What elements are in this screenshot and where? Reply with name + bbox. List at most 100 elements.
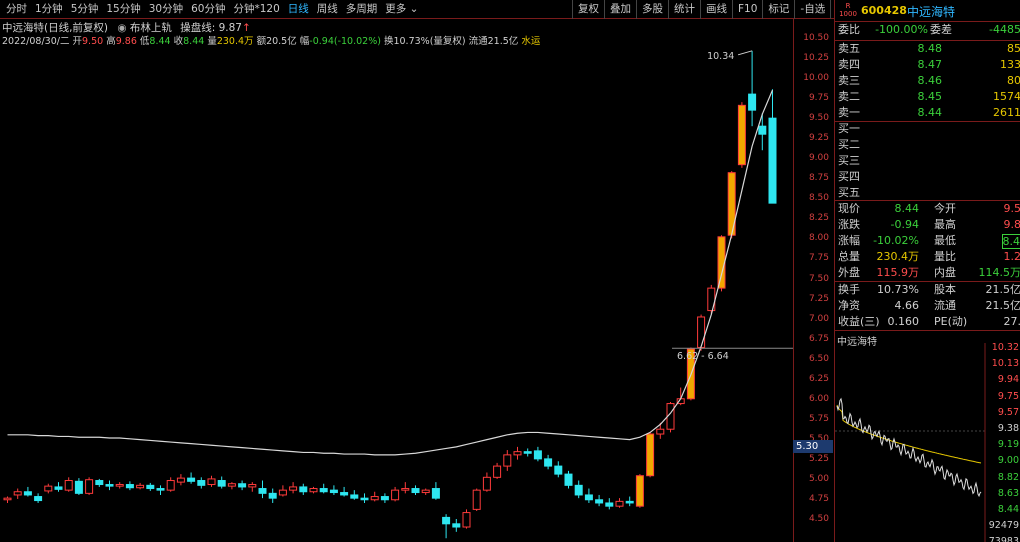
candle-body bbox=[697, 316, 706, 348]
stat-row: 总量 230.4万 量比 1.2 bbox=[835, 249, 1020, 265]
candlestick-chart[interactable]: 6.62 - 6.6410.344.26 bbox=[0, 46, 793, 542]
candle-body bbox=[370, 496, 379, 501]
candle-body bbox=[615, 500, 624, 507]
stat-label: 外盘 bbox=[838, 266, 860, 279]
candle-body bbox=[768, 117, 777, 204]
bid-label: 买二 bbox=[838, 138, 860, 151]
ask-row[interactable]: 卖五 8.48 85 bbox=[835, 41, 1020, 57]
candle-body bbox=[74, 480, 83, 494]
candle-body bbox=[146, 484, 155, 490]
ask-row[interactable]: 卖二 8.45 1574 bbox=[835, 89, 1020, 105]
margin-badge: R 1000 bbox=[839, 2, 857, 18]
stat-label: 总量 bbox=[838, 250, 860, 263]
candle-body bbox=[513, 451, 522, 456]
tab-5min[interactable]: 5分钟 bbox=[67, 0, 103, 19]
ask-volume: 85 bbox=[1007, 42, 1020, 55]
mini-chart-tick: 9.00 bbox=[997, 455, 1019, 467]
mini-chart-tick: 9.38 bbox=[997, 423, 1019, 434]
mini-chart-tick: 10.13 bbox=[991, 358, 1019, 370]
fundamental-label: PE(动) bbox=[934, 315, 968, 328]
bid-label: 买五 bbox=[838, 186, 860, 199]
tab-60min[interactable]: 60分钟 bbox=[187, 0, 229, 19]
ask-label: 卖二 bbox=[838, 90, 860, 103]
tab-daily[interactable]: 日线 bbox=[284, 0, 313, 19]
mini-intraday-chart[interactable]: 中远海特 10.32 10.13 9.94 9.75 9.57 9.38 9.19 9.00 8… bbox=[835, 330, 1020, 542]
price-tick: 9.50 bbox=[808, 113, 829, 124]
ask-row[interactable]: 卖三 8.46 80 bbox=[835, 73, 1020, 89]
bid-row[interactable]: 买二 bbox=[835, 137, 1020, 153]
order-ratio-label: 委比 bbox=[838, 23, 860, 36]
ask-price: 8.48 bbox=[917, 42, 943, 55]
price-tick: 9.25 bbox=[808, 133, 829, 144]
stock-name[interactable]: 中远海特 bbox=[907, 3, 955, 20]
tab-1min[interactable]: 1分钟 bbox=[31, 0, 67, 19]
adjust-button[interactable]: 复权 bbox=[572, 0, 604, 19]
tab-intraday[interactable]: 分时 bbox=[2, 0, 31, 19]
price-tick: 6.00 bbox=[808, 393, 829, 404]
tab-multi-period[interactable]: 多周期 bbox=[342, 0, 382, 19]
price-tick: 4.75 bbox=[808, 493, 829, 504]
candle-body bbox=[187, 477, 196, 482]
fundamental-value: 21.5亿 bbox=[985, 283, 1020, 296]
peak-pointer bbox=[737, 50, 753, 56]
mini-chart-tick: 8.63 bbox=[997, 487, 1019, 499]
price-tick: 8.25 bbox=[808, 213, 829, 224]
candle-body bbox=[482, 476, 491, 491]
candle-body bbox=[442, 516, 451, 525]
stat-value: 114.5万 bbox=[978, 266, 1020, 279]
remove-watchlist-button[interactable]: -自选 bbox=[794, 0, 830, 19]
candle-body bbox=[319, 488, 328, 493]
ask-row[interactable]: 卖四 8.47 133 bbox=[835, 57, 1020, 73]
ask-volume: 1574 bbox=[993, 90, 1020, 103]
stat-value: 8.44 bbox=[894, 202, 920, 215]
mark-button[interactable]: 标记 bbox=[762, 0, 794, 19]
mini-chart-tick: 9.19 bbox=[997, 439, 1019, 451]
overlay-button[interactable]: 叠加 bbox=[604, 0, 636, 19]
ohlc-info-row: 2022/08/30/二 开9.50 高9.86 低8.44 收8.44 量23… bbox=[2, 33, 540, 47]
price-tick: 5.00 bbox=[808, 473, 829, 484]
tab-30min[interactable]: 30分钟 bbox=[145, 0, 187, 19]
ask-label: 卖四 bbox=[838, 58, 860, 71]
draw-line-button[interactable]: 画线 bbox=[700, 0, 732, 19]
tab-more[interactable]: 更多 ⌄ bbox=[381, 0, 422, 19]
tab-120min[interactable]: 分钟*120 bbox=[230, 0, 284, 19]
candle-body bbox=[44, 485, 53, 492]
price-tick: 5.25 bbox=[808, 453, 829, 464]
statistics-button[interactable]: 统计 bbox=[668, 0, 700, 19]
f10-button[interactable]: F10 bbox=[732, 0, 762, 19]
bid-row[interactable]: 买五 bbox=[835, 185, 1020, 201]
stat-label: 今开 bbox=[934, 202, 956, 215]
multi-stock-button[interactable]: 多股 bbox=[636, 0, 668, 19]
price-tick: 7.25 bbox=[808, 293, 829, 304]
fundamental-value: 10.73% bbox=[877, 283, 919, 296]
ask-label: 卖三 bbox=[838, 74, 860, 87]
ask-row[interactable]: 卖一 8.44 2611 bbox=[835, 105, 1020, 121]
candle-body bbox=[595, 499, 604, 504]
bid-row[interactable]: 买三 bbox=[835, 153, 1020, 169]
candle-body bbox=[554, 465, 563, 475]
ask-label: 卖五 bbox=[838, 42, 860, 55]
candle-body bbox=[105, 484, 114, 487]
fundamental-value: 4.66 bbox=[894, 299, 920, 312]
candle-body bbox=[574, 484, 583, 496]
stock-code: 600428 bbox=[861, 4, 907, 17]
candle-body bbox=[176, 477, 185, 483]
candle-body bbox=[646, 433, 655, 477]
candle-body bbox=[421, 489, 430, 494]
stat-row: 外盘 115.9万 内盘 114.5万 bbox=[835, 265, 1020, 281]
bid-row[interactable]: 买四 bbox=[835, 169, 1020, 185]
fundamental-label: 流通 bbox=[934, 299, 956, 312]
candle-body bbox=[411, 488, 420, 494]
mini-chart-tick: 9.94 bbox=[997, 374, 1019, 386]
fundamental-label: 股本 bbox=[934, 283, 956, 296]
chart-title-row: 中远海特(日线,前复权) ◉ 布林上轨 操盘线: 9.87↑ bbox=[2, 20, 251, 34]
bid-label: 买三 bbox=[838, 154, 860, 167]
candle-body bbox=[533, 450, 542, 460]
tab-weekly[interactable]: 周线 bbox=[313, 0, 342, 19]
bid-row[interactable]: 买一 bbox=[835, 121, 1020, 137]
fundamental-value: 0.160 bbox=[887, 315, 920, 328]
price-tick: 5.75 bbox=[808, 413, 829, 424]
tab-15min[interactable]: 15分钟 bbox=[102, 0, 144, 19]
mini-chart-tick: 9.57 bbox=[997, 406, 1019, 418]
trading-app: 分时 1分钟 5分钟 15分钟 30分钟 60分钟 分钟*120 日线 周线 多… bbox=[0, 0, 1020, 542]
